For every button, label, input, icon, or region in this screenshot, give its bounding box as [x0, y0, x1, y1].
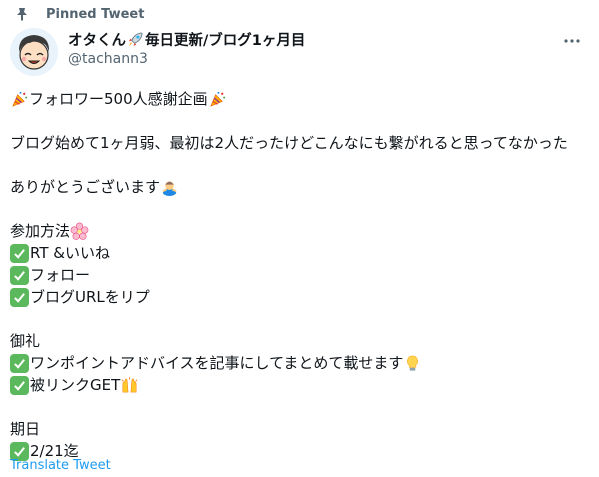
pinned-indicator: Pinned Tweet — [14, 5, 144, 23]
reward-item: ワンポイントアドバイスを記事にしてまとめて載せます — [10, 352, 585, 374]
check-mark-icon — [10, 265, 29, 285]
reward-item2: 被リンクGET — [10, 374, 585, 396]
check-mark-icon — [10, 375, 29, 395]
bowing-person-icon — [160, 178, 179, 197]
how-item-label: ブログURLをリプ — [30, 288, 150, 306]
author-handle[interactable]: @tachann3 — [68, 51, 148, 67]
how-item-label: RT &いいね — [30, 244, 110, 262]
author-name-prefix: オタくん — [68, 33, 126, 49]
reward-item2-label: 被リンクGET — [30, 376, 121, 394]
raising-hands-icon — [120, 376, 139, 395]
pin-icon — [14, 6, 30, 22]
more-options-button[interactable] — [561, 30, 583, 52]
avatar-illustration — [10, 28, 58, 76]
how-item-rt: RT &いいね — [10, 242, 585, 264]
tweet-title: フォロワー500人感謝企画 — [29, 90, 208, 108]
how-item-follow: フォロー — [10, 264, 585, 286]
more-dots-icon — [564, 39, 580, 43]
light-bulb-icon — [403, 354, 422, 373]
reward-title: 御礼 — [10, 332, 41, 350]
author-name[interactable]: オタくん 毎日更新/ブログ1ヶ月目 — [68, 29, 305, 50]
tweet-thanks: ありがとうございます — [10, 178, 161, 196]
tweet-title-line: フォロワー500人感謝企画 — [10, 88, 585, 110]
check-mark-icon — [10, 287, 29, 307]
rocket-icon — [126, 30, 145, 49]
translate-tweet-link[interactable]: Translate Tweet — [10, 458, 111, 473]
how-item-reply: ブログURLをリプ — [10, 286, 585, 308]
check-mark-icon — [10, 243, 29, 263]
how-title-line: 参加方法 — [10, 220, 585, 242]
check-mark-icon — [10, 353, 29, 373]
party-popper-icon — [10, 90, 29, 109]
reward-item-label: ワンポイントアドバイスを記事にしてまとめて載せます — [30, 354, 404, 372]
tweet-text: フォロワー500人感謝企画 ブログ始めて1ヶ月弱、最初は2人だったけどこんなにも… — [10, 88, 585, 462]
avatar[interactable] — [10, 28, 58, 76]
author-name-suffix: 毎日更新/ブログ1ヶ月目 — [145, 33, 306, 49]
tweet-thanks-line: ありがとうございます — [10, 176, 585, 198]
how-title: 参加方法 — [10, 222, 71, 240]
how-item-label: フォロー — [30, 266, 91, 284]
pinned-label: Pinned Tweet — [46, 6, 145, 22]
deadline-title: 期日 — [10, 420, 41, 438]
cherry-blossom-icon — [70, 222, 89, 241]
party-popper-icon — [208, 90, 227, 109]
tweet-intro: ブログ始めて1ヶ月弱、最初は2人だったけどこんなにも繋がれると思ってなかった — [10, 134, 568, 152]
